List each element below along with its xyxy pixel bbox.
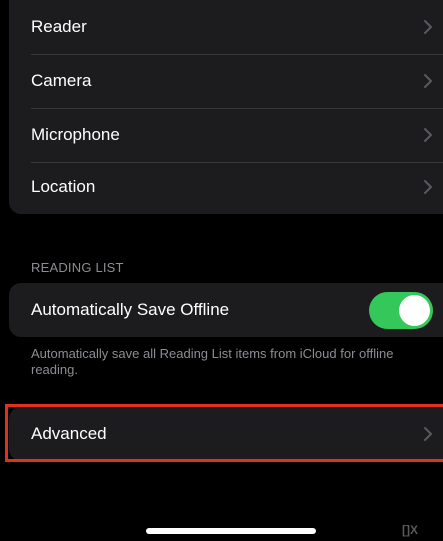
permission-label: Microphone [31, 125, 120, 144]
advanced-group: Advanced [9, 407, 443, 461]
watermark-logo: []X [402, 523, 418, 537]
permission-row-reader[interactable]: Reader [9, 0, 443, 54]
save-offline-label: Automatically Save Offline [31, 300, 230, 319]
chevron-right-icon [420, 179, 436, 195]
home-indicator[interactable] [146, 528, 316, 534]
reading-list-footer-note: Automatically save all Reading List item… [31, 346, 394, 377]
chevron-right-icon [420, 127, 436, 143]
advanced-label: Advanced [31, 424, 107, 443]
permission-label: Camera [31, 71, 92, 90]
save-offline-toggle[interactable] [369, 292, 433, 329]
chevron-right-icon [420, 73, 436, 89]
permission-row-microphone[interactable]: Microphone [9, 108, 443, 162]
chevron-right-icon [420, 426, 436, 442]
save-offline-row: Automatically Save Offline [9, 283, 443, 337]
website-permissions-group: Reader Camera Microphone Location [9, 0, 443, 214]
permission-label: Reader [31, 17, 87, 36]
permission-row-camera[interactable]: Camera [9, 54, 443, 108]
reading-list-group: Automatically Save Offline [9, 283, 443, 337]
reading-list-section-header: READING LIST [31, 260, 124, 275]
permission-label: Location [31, 177, 96, 196]
toggle-knob [399, 295, 430, 326]
chevron-right-icon [420, 19, 436, 35]
settings-screen: Reader Camera Microphone Location READIN… [0, 0, 443, 541]
advanced-row[interactable]: Advanced [9, 407, 443, 461]
permission-row-location[interactable]: Location [9, 160, 443, 214]
